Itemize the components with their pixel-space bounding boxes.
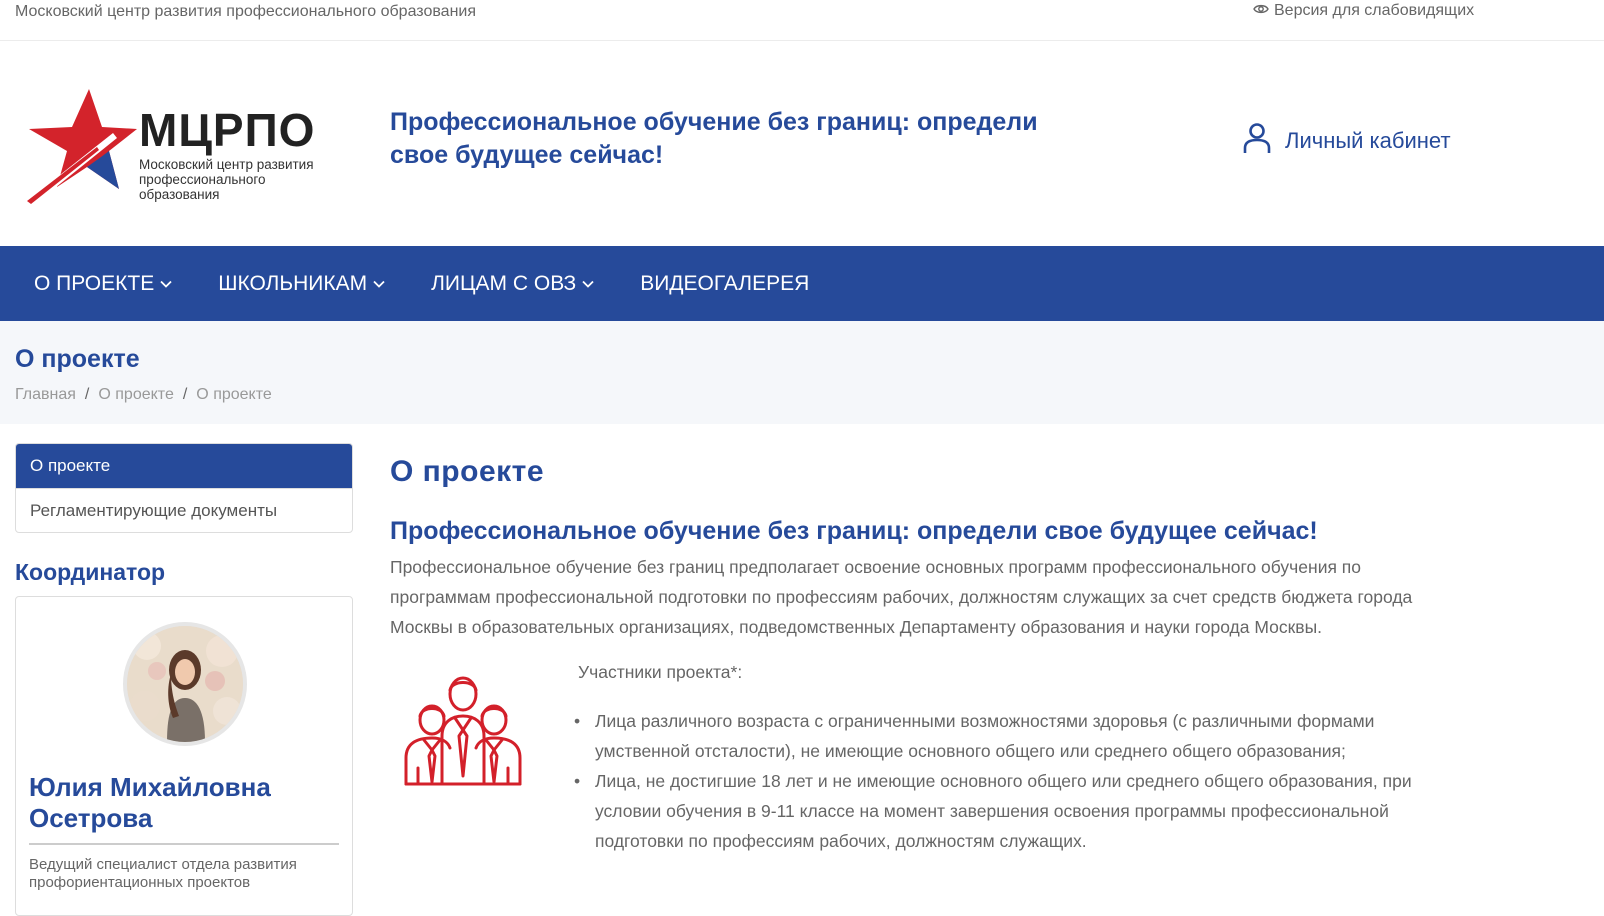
list-item: Лица, не достигшие 18 лет и не имеющие о… [572, 766, 1455, 856]
nav-item-label: ЛИЦАМ С ОВЗ [431, 271, 577, 295]
breadcrumb-current: О проекте [196, 386, 272, 403]
nav-item-label: ШКОЛЬНИКАМ [218, 271, 368, 295]
nav-item-video-gallery[interactable]: ВИДЕОГАЛЕРЕЯ [640, 272, 809, 296]
coordinator-position: Ведущий специалист отдела развития профо… [29, 856, 297, 891]
participants-section: Участники проекта*: Лица различного возр… [390, 662, 1470, 882]
nav-item-label: О ПРОЕКТЕ [34, 271, 155, 295]
page-header: О проекте Главная / О проекте / О проект… [0, 321, 1604, 424]
logo-full-name: Московский центр развития профессиональн… [139, 157, 314, 202]
logo-abbreviation: МЦРПО [139, 104, 316, 156]
participants-list: Лица различного возраста с ограниченными… [574, 706, 1455, 856]
nav-item-schoolchildren[interactable]: ШКОЛЬНИКАМ [218, 272, 385, 296]
chevron-down-icon [160, 280, 172, 288]
user-icon [1243, 122, 1271, 160]
sidebar-item-regulatory-documents[interactable]: Регламентирующие документы [16, 488, 352, 532]
participants-title: Участники проекта*: [578, 662, 743, 682]
list-item: Лица различного возраста с ограниченными… [572, 706, 1455, 766]
main-content: О проекте Профессиональное обучение без … [390, 443, 1470, 882]
accessibility-version-label: Версия для слабовидящих [1274, 2, 1475, 19]
nav-item-label: ВИДЕОГАЛЕРЕЯ [640, 271, 810, 295]
chevron-down-icon [582, 280, 594, 288]
breadcrumb-separator: / [182, 386, 188, 403]
org-name: Московский центр развития профессиональн… [15, 3, 476, 20]
content-lead-paragraph: Профессиональное обучение без границ пре… [390, 557, 1413, 637]
personal-account-link[interactable]: Личный кабинет [1243, 122, 1451, 160]
header-slogan: Профессиональное обучение без границ: оп… [390, 108, 1038, 169]
site-header: МЦРПО Московский центр развития професси… [0, 41, 1604, 246]
personal-account-label: Личный кабинет [1285, 128, 1451, 153]
coordinator-card: Юлия Михайловна Осетрова Ведущий специал… [15, 596, 353, 916]
page-title: О проекте [15, 345, 140, 373]
top-bar: Московский центр развития профессиональн… [0, 0, 1604, 41]
site-logo[interactable]: МЦРПО Московский центр развития професси… [27, 89, 347, 204]
nav-item-about[interactable]: О ПРОЕКТЕ [34, 272, 172, 296]
breadcrumb-separator: / [84, 386, 90, 403]
coordinator-heading: Координатор [15, 559, 166, 585]
sidebar-item-about[interactable]: О проекте [16, 444, 352, 488]
eye-icon [1253, 2, 1269, 20]
coordinator-name: Юлия Михайловна Осетрова [29, 772, 271, 833]
people-group-icon [404, 676, 522, 786]
accessibility-version-link[interactable]: Версия для слабовидящих [1253, 2, 1474, 20]
sidebar-menu: О проекте Регламентирующие документы [15, 443, 353, 533]
star-logo-icon [27, 89, 137, 204]
main-navigation: О ПРОЕКТЕ ШКОЛЬНИКАМ ЛИЦАМ С ОВЗ ВИДЕОГА… [0, 246, 1604, 321]
content-heading: О проекте [390, 455, 545, 488]
divider [29, 843, 339, 845]
breadcrumb-about[interactable]: О проекте [98, 386, 173, 404]
content-subheading: Профессиональное обучение без границ: оп… [390, 517, 1318, 545]
chevron-down-icon [373, 280, 385, 288]
breadcrumb: Главная / О проекте / О проекте [15, 386, 272, 404]
sidebar: О проекте Регламентирующие документы Коо… [15, 443, 353, 916]
breadcrumb-home[interactable]: Главная [15, 386, 76, 404]
nav-item-disabilities[interactable]: ЛИЦАМ С ОВЗ [431, 272, 594, 296]
avatar [123, 622, 247, 746]
